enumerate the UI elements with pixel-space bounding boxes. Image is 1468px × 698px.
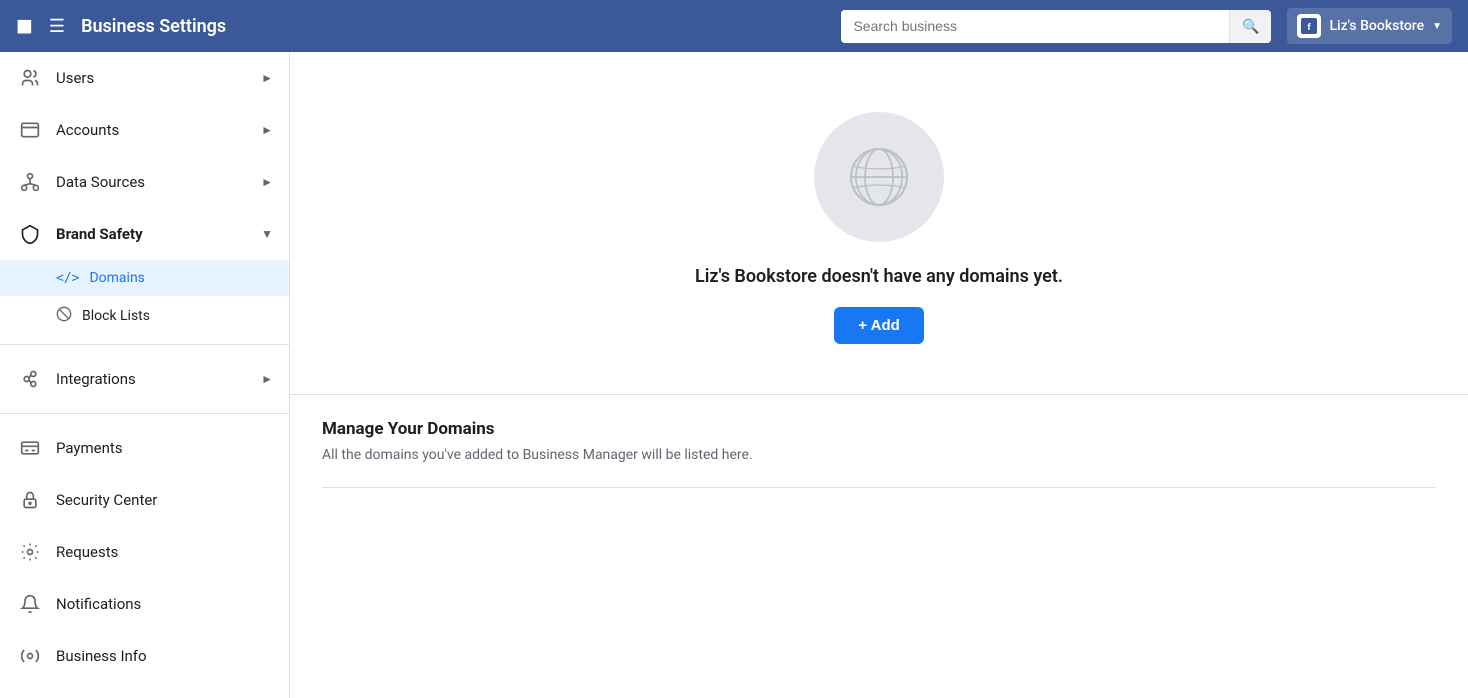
manage-domains-section: Manage Your Domains All the domains you'… bbox=[290, 394, 1468, 512]
block-lists-label: Block Lists bbox=[82, 308, 150, 324]
data-sources-label: Data Sources bbox=[56, 173, 261, 191]
brand-safety-chevron-icon: ▼ bbox=[261, 227, 273, 241]
hamburger-menu-icon[interactable]: ☰ bbox=[49, 16, 65, 37]
sidebar-item-payments[interactable]: Payments bbox=[0, 422, 289, 474]
search-button[interactable]: 🔍 bbox=[1229, 10, 1271, 43]
sidebar-sub-item-block-lists[interactable]: Block Lists bbox=[0, 296, 289, 336]
manage-domains-title: Manage Your Domains bbox=[322, 419, 1436, 439]
account-switcher[interactable]: f Liz's Bookstore ▼ bbox=[1287, 8, 1452, 44]
accounts-chevron-icon: ► bbox=[261, 123, 273, 137]
brand-safety-label: Brand Safety bbox=[56, 225, 261, 243]
page-layout: Users ► Accounts ► Data Sources ► Brand … bbox=[0, 52, 1468, 698]
manage-section-divider bbox=[322, 487, 1436, 488]
main-content: Liz's Bookstore doesn't have any domains… bbox=[290, 52, 1468, 698]
security-center-label: Security Center bbox=[56, 491, 273, 509]
sidebar: Users ► Accounts ► Data Sources ► Brand … bbox=[0, 52, 290, 698]
empty-state-message: Liz's Bookstore doesn't have any domains… bbox=[695, 266, 1063, 287]
sidebar-item-security-center[interactable]: Security Center bbox=[0, 474, 289, 526]
manage-domains-description: All the domains you've added to Business… bbox=[322, 447, 1436, 463]
account-chevron-icon: ▼ bbox=[1432, 21, 1442, 32]
account-avatar: f bbox=[1297, 14, 1321, 38]
sidebar-item-integrations[interactable]: Integrations ► bbox=[0, 353, 289, 405]
search-input[interactable] bbox=[841, 10, 1229, 42]
sidebar-item-setup-guide[interactable]: Setup Guide bbox=[0, 682, 289, 698]
integrations-label: Integrations bbox=[56, 370, 261, 388]
sidebar-item-data-sources[interactable]: Data Sources ► bbox=[0, 156, 289, 208]
integrations-icon bbox=[16, 365, 44, 393]
users-icon bbox=[16, 64, 44, 92]
sidebar-item-business-info[interactable]: Business Info bbox=[0, 630, 289, 682]
setup-guide-icon bbox=[16, 694, 44, 698]
globe-icon-circle bbox=[814, 112, 944, 242]
security-center-icon bbox=[16, 486, 44, 514]
topnav: ■ ☰ Business Settings 🔍 f Liz's Bookstor… bbox=[0, 0, 1468, 52]
block-lists-icon bbox=[56, 306, 72, 326]
notifications-icon bbox=[16, 590, 44, 618]
add-domain-button[interactable]: + Add bbox=[834, 307, 924, 344]
sidebar-divider-2 bbox=[0, 413, 289, 414]
requests-icon bbox=[16, 538, 44, 566]
sidebar-item-brand-safety[interactable]: Brand Safety ▼ bbox=[0, 208, 289, 260]
requests-label: Requests bbox=[56, 543, 273, 561]
sidebar-item-notifications[interactable]: Notifications bbox=[0, 578, 289, 630]
business-info-label: Business Info bbox=[56, 647, 273, 665]
notifications-label: Notifications bbox=[56, 595, 273, 613]
payments-icon bbox=[16, 434, 44, 462]
account-name: Liz's Bookstore bbox=[1329, 18, 1424, 34]
brand-safety-icon bbox=[16, 220, 44, 248]
integrations-chevron-icon: ► bbox=[261, 372, 273, 386]
data-sources-icon bbox=[16, 168, 44, 196]
sidebar-divider-1 bbox=[0, 344, 289, 345]
accounts-icon bbox=[16, 116, 44, 144]
app-title: Business Settings bbox=[81, 16, 226, 37]
accounts-label: Accounts bbox=[56, 121, 261, 139]
facebook-logo-icon: ■ bbox=[16, 12, 33, 40]
sidebar-item-users[interactable]: Users ► bbox=[0, 52, 289, 104]
users-chevron-icon: ► bbox=[261, 71, 273, 85]
data-sources-chevron-icon: ► bbox=[261, 175, 273, 189]
globe-svg-icon bbox=[844, 142, 914, 212]
empty-state: Liz's Bookstore doesn't have any domains… bbox=[290, 52, 1468, 394]
sidebar-item-requests[interactable]: Requests bbox=[0, 526, 289, 578]
sidebar-item-accounts[interactable]: Accounts ► bbox=[0, 104, 289, 156]
domains-code-icon: </> bbox=[56, 271, 79, 286]
business-info-icon bbox=[16, 642, 44, 670]
domains-label: Domains bbox=[89, 270, 144, 286]
users-label: Users bbox=[56, 69, 261, 87]
sidebar-sub-item-domains[interactable]: </> Domains bbox=[0, 260, 289, 296]
search-bar: 🔍 bbox=[841, 10, 1271, 43]
payments-label: Payments bbox=[56, 439, 273, 457]
